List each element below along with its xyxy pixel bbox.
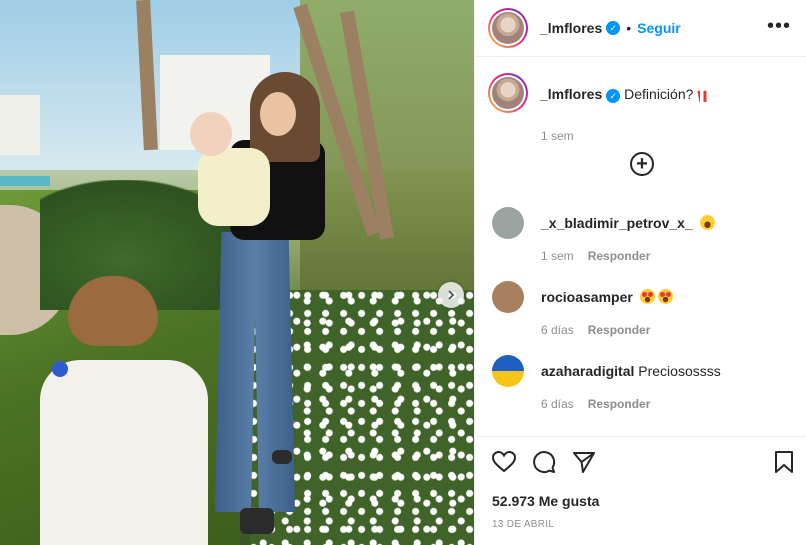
comment-meta: 6 días Responder xyxy=(541,323,650,337)
comment-meta: 6 días Responder xyxy=(541,397,650,411)
reply-button[interactable]: Responder xyxy=(588,249,651,263)
follow-button[interactable]: Seguir xyxy=(637,20,681,36)
like-button[interactable] xyxy=(491,450,517,478)
comment-username[interactable]: _x_bladimir_petrov_x_ xyxy=(541,215,693,231)
avatar[interactable] xyxy=(492,207,524,239)
separator-dot: • xyxy=(626,20,632,36)
avatar[interactable] xyxy=(488,8,528,48)
comment-time: 6 días xyxy=(541,397,574,411)
share-button[interactable] xyxy=(571,451,597,477)
avatar[interactable] xyxy=(492,355,524,387)
comment-username[interactable]: azaharadigital xyxy=(541,363,634,379)
comment-button[interactable] xyxy=(531,450,557,479)
photo-baby-body xyxy=(198,148,270,226)
caption-username[interactable]: _lmflores xyxy=(540,86,602,102)
comments-list[interactable]: _lmflores ✓ Definición? 1 sem + _x_bladim… xyxy=(475,57,806,436)
comment-icon xyxy=(532,450,556,479)
caption-body: Definición? xyxy=(624,86,694,102)
likes-count[interactable]: 52.973 Me gusta xyxy=(492,493,599,509)
comment-body: Preciosossss xyxy=(638,363,721,379)
verified-icon: ✓ xyxy=(606,89,621,103)
more-options-icon[interactable]: ••• xyxy=(767,16,791,36)
header-username[interactable]: _lmflores xyxy=(540,20,602,36)
plus-circle-icon: + xyxy=(636,153,648,175)
comment-time: 6 días xyxy=(541,323,574,337)
popcorn-emoji-icon xyxy=(697,90,711,102)
heart-icon xyxy=(491,450,517,478)
heart-eyes-emoji-icon xyxy=(657,289,673,304)
comment-time: 1 sem xyxy=(541,249,574,263)
heart-eyes-emoji-icon xyxy=(639,289,655,304)
laughing-emoji-icon xyxy=(699,215,715,230)
chevron-right-icon xyxy=(446,287,456,303)
reply-button[interactable]: Responder xyxy=(588,397,651,411)
share-icon xyxy=(572,451,596,478)
photo-shoe xyxy=(240,508,274,534)
photo-building-left xyxy=(0,95,40,155)
save-button[interactable] xyxy=(771,450,797,478)
photo-boy-shirt xyxy=(40,360,208,545)
photo-shoe xyxy=(272,450,292,464)
post-actions: 52.973 Me gusta 13 DE ABRIL xyxy=(475,436,806,545)
comment-text: rocioasamper xyxy=(541,289,673,305)
comment-username[interactable]: rocioasamper xyxy=(541,289,633,305)
reply-button[interactable]: Responder xyxy=(588,323,651,337)
bookmark-icon xyxy=(774,450,794,478)
load-more-comments-button[interactable]: + xyxy=(630,152,654,176)
caption: _lmflores ✓ Definición? 1 sem xyxy=(488,73,711,143)
post-photo[interactable] xyxy=(0,0,474,545)
photo-ball xyxy=(52,361,68,377)
caption-text: _lmflores ✓ Definición? xyxy=(540,85,711,113)
comment-meta: 1 sem Responder xyxy=(541,249,650,263)
photo-baby xyxy=(190,112,270,252)
photo-baby-head xyxy=(190,112,232,156)
avatar[interactable] xyxy=(488,73,528,113)
comment-text: _x_bladimir_petrov_x_ xyxy=(541,215,715,231)
caption-time: 1 sem xyxy=(541,129,574,143)
next-photo-button[interactable] xyxy=(438,282,464,308)
comment-text: azaharadigital Preciosossss xyxy=(541,363,721,379)
avatar[interactable] xyxy=(492,281,524,313)
post-date: 13 DE ABRIL xyxy=(492,519,555,530)
photo-palms xyxy=(300,0,474,330)
post-header: _lmflores ✓ • Seguir ••• xyxy=(475,0,806,57)
post-side-panel: _lmflores ✓ • Seguir ••• _lmflores ✓ Defi… xyxy=(474,0,806,545)
verified-icon: ✓ xyxy=(606,21,621,35)
photo-boy-hair xyxy=(68,276,158,346)
